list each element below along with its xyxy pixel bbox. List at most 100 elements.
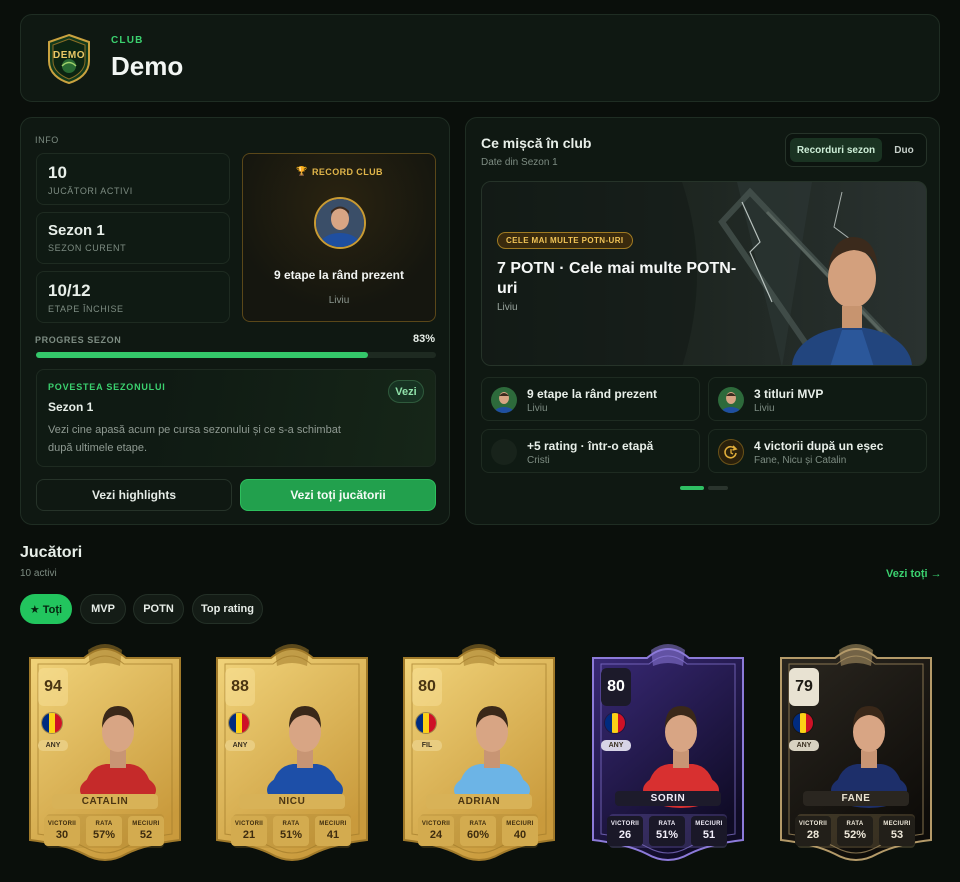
highlight-title: +5 rating · într-o etapă bbox=[527, 439, 654, 453]
player-rating: 80 bbox=[601, 668, 631, 706]
stat-value: 10/12 bbox=[48, 281, 91, 300]
info-section-label: INFO bbox=[35, 135, 59, 145]
filter-potn[interactable]: POTN bbox=[133, 594, 184, 624]
stat-label: VICTORII bbox=[234, 821, 264, 827]
player-rating: 88 bbox=[225, 668, 255, 706]
player-name: CATALIN bbox=[52, 794, 158, 809]
highlight-comeback[interactable]: 4 victorii după un eșec Fane, Nicu și Ca… bbox=[708, 429, 927, 473]
tab-season-records[interactable]: Recorduri sezon bbox=[790, 138, 882, 162]
stat-label: ETAPE ÎNCHISE bbox=[48, 304, 124, 314]
view-all-players-button[interactable]: Vezi toți jucătorii bbox=[240, 479, 436, 511]
stat-value: 51% bbox=[655, 829, 679, 841]
player-position: ANY bbox=[225, 740, 255, 751]
stat-label: MECIURI bbox=[883, 821, 911, 827]
stat-label: JUCĂTORI ACTIVI bbox=[48, 186, 133, 196]
player-card[interactable]: 88 ANY NICU VICTORII 21 RATA 51% MECIURI 41 bbox=[213, 640, 371, 866]
filter-all[interactable]: ★ Toți bbox=[20, 594, 72, 624]
stat-label: RATA bbox=[846, 821, 864, 827]
stat-label: RATA bbox=[658, 821, 676, 827]
stat-value: 10 bbox=[48, 163, 67, 182]
activity-tabs: Recorduri sezon Duo bbox=[785, 133, 927, 167]
comeback-icon bbox=[718, 439, 744, 465]
stat-label: RATA bbox=[95, 821, 113, 827]
stat-rate: RATA 51% bbox=[649, 816, 685, 846]
highlight-rating-jump[interactable]: +5 rating · într-o etapă Cristi bbox=[481, 429, 700, 473]
stat-value: 30 bbox=[55, 829, 69, 841]
filter-mvp[interactable]: MVP bbox=[80, 594, 126, 624]
page-dot[interactable] bbox=[708, 486, 728, 490]
player-card[interactable]: 80 FIL ADRIAN VICTORII 24 RATA 60% MECIURI… bbox=[400, 640, 558, 866]
stat-label: MECIURI bbox=[695, 821, 723, 827]
stat-label: VICTORII bbox=[47, 821, 77, 827]
players-count: 10 activi bbox=[20, 568, 57, 579]
view-highlights-button[interactable]: Vezi highlights bbox=[36, 479, 232, 511]
stat-label: MECIURI bbox=[319, 821, 347, 827]
player-card[interactable]: 79 ANY FANE VICTORII 28 RATA 52% MECIURI 53 bbox=[777, 640, 935, 866]
stat-closed-rounds: 10/12 ETAPE ÎNCHISE bbox=[36, 271, 230, 323]
player-name: NICU bbox=[239, 794, 345, 809]
stat-value: 53 bbox=[890, 829, 904, 841]
stat-matches: MECIURI 51 bbox=[691, 816, 727, 846]
player-rating: 94 bbox=[38, 668, 68, 706]
see-all-players-link[interactable]: Vezi toți → bbox=[886, 568, 942, 580]
highlight-title: 9 etape la rând prezent bbox=[527, 387, 658, 401]
stat-value: 28 bbox=[806, 829, 820, 841]
player-position: ANY bbox=[38, 740, 68, 751]
stat-label: VICTORII bbox=[421, 821, 451, 827]
stat-matches: MECIURI 41 bbox=[315, 816, 351, 846]
stat-rate: RATA 57% bbox=[86, 816, 122, 846]
record-title: 9 etape la rând prezent bbox=[273, 268, 405, 282]
player-name: FANE bbox=[803, 791, 909, 806]
stat-rate: RATA 52% bbox=[837, 816, 873, 846]
page-dot-active[interactable] bbox=[680, 486, 704, 490]
stat-value: 21 bbox=[242, 829, 256, 841]
stat-wins: VICTORII 28 bbox=[795, 816, 831, 846]
stat-rate: RATA 60% bbox=[460, 816, 496, 846]
player-position: FIL bbox=[412, 740, 442, 751]
stat-label: MECIURI bbox=[132, 821, 160, 827]
player-position: ANY bbox=[789, 740, 819, 751]
stat-label: VICTORII bbox=[610, 821, 640, 827]
player-card[interactable]: 94 ANY CATALIN VICTORII 30 RATA 57% MECIUR… bbox=[26, 640, 184, 866]
stat-matches: MECIURI 53 bbox=[879, 816, 915, 846]
stat-value: 57% bbox=[92, 829, 116, 841]
stat-wins: VICTORII 26 bbox=[607, 816, 643, 846]
player-rating: 80 bbox=[412, 668, 442, 706]
player-name: ADRIAN bbox=[426, 794, 532, 809]
activity-subtitle: Date din Sezon 1 bbox=[481, 157, 558, 168]
stat-value: Sezon 1 bbox=[48, 222, 105, 239]
banner-player: Liviu bbox=[497, 302, 518, 313]
club-record-card[interactable]: 🏆 RECORD CLUB 9 etape la rând prezent Li… bbox=[242, 153, 436, 322]
stat-value: 60% bbox=[466, 829, 490, 841]
story-label: POVESTEA SEZONULUI bbox=[48, 382, 166, 392]
stat-label: RATA bbox=[282, 821, 300, 827]
progress-value: 83% bbox=[412, 333, 435, 345]
stat-active-players: 10 JUCĂTORI ACTIVI bbox=[36, 153, 230, 205]
club-label: CLUB bbox=[111, 35, 144, 46]
stat-current-season: Sezon 1 SEZON CURENT bbox=[36, 212, 230, 264]
player-name: SORIN bbox=[615, 791, 721, 806]
filter-top-rating[interactable]: Top rating bbox=[192, 594, 263, 624]
activity-banner[interactable]: CELE MAI MULTE POTN-URI 7 POTN · Cele ma… bbox=[481, 181, 927, 366]
highlight-attendance-streak[interactable]: 9 etape la rând prezent Liviu bbox=[481, 377, 700, 421]
banner-title: 7 POTN · Cele mai multe POTN-uri bbox=[497, 260, 737, 297]
club-activity-panel: Ce mișcă în club Date din Sezon 1 Record… bbox=[465, 117, 940, 525]
stat-label: SEZON CURENT bbox=[48, 243, 127, 253]
club-logo-text: DEMO bbox=[53, 50, 85, 61]
highlight-sub: Liviu bbox=[754, 403, 775, 414]
story-view-button[interactable]: Vezi bbox=[388, 380, 424, 403]
stat-matches: MECIURI 52 bbox=[128, 816, 164, 846]
tab-duo[interactable]: Duo bbox=[886, 138, 922, 162]
highlight-mvp-titles[interactable]: 3 titluri MVP Liviu bbox=[708, 377, 927, 421]
info-panel: INFO 10 JUCĂTORI ACTIVI Sezon 1 SEZON CU… bbox=[20, 117, 450, 525]
activity-title: Ce mișcă în club bbox=[481, 135, 592, 151]
stat-value: 40 bbox=[513, 829, 527, 841]
highlight-sub: Fane, Nicu și Catalin bbox=[754, 455, 847, 466]
record-label: RECORD CLUB bbox=[312, 167, 383, 177]
club-name: Demo bbox=[111, 51, 184, 81]
player-card[interactable]: 80 ANY SORIN VICTORII 26 RATA 51% MECIURI 5… bbox=[589, 640, 747, 866]
stat-value: 51% bbox=[279, 829, 303, 841]
empty-avatar bbox=[491, 439, 517, 465]
club-logo: DEMO bbox=[45, 33, 93, 85]
stat-label: VICTORII bbox=[798, 821, 828, 827]
